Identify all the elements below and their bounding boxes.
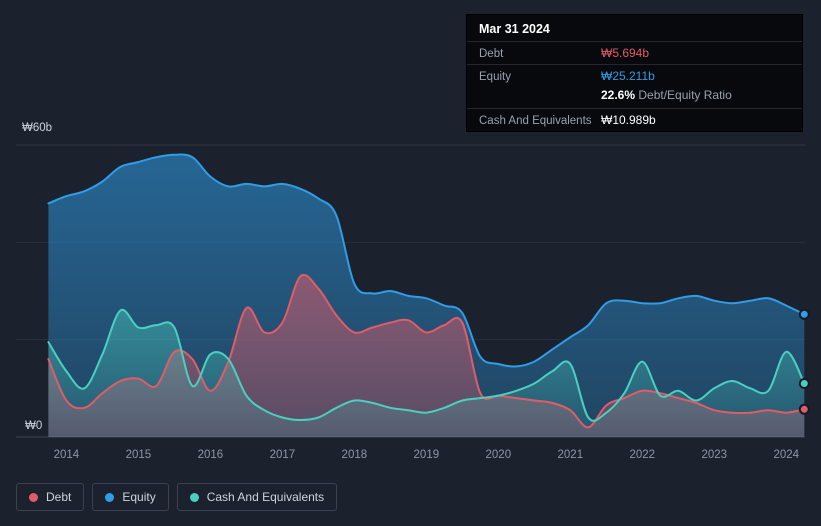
x-tick-label-2022: 2022 (629, 449, 656, 461)
legend-item-equity[interactable]: Equity (92, 483, 169, 511)
tooltip-ratio-value: 22.6% (601, 88, 636, 102)
x-tick-label-2019: 2019 (413, 449, 440, 461)
tooltip-cash-label: Cash And Equivalents (479, 115, 592, 127)
legend-label: Equity (122, 490, 156, 504)
tooltip-cash-value: ₩10.989b (601, 113, 656, 127)
tooltip-debt-value: ₩5.694b (601, 46, 650, 60)
legend-item-debt[interactable]: Debt (16, 483, 85, 511)
tooltip-ratio-label: Debt/Equity Ratio (638, 88, 732, 102)
x-tick-label-2024: 2024 (773, 449, 800, 461)
cash-and-equivalents-end-dot (798, 378, 810, 389)
cash-and-equivalents-legend-dot (189, 492, 199, 502)
tooltip-equity-row: Equity ₩25.211b (467, 64, 802, 87)
legend-item-cash-and-equivalents[interactable]: Cash And Equivalents (176, 483, 338, 511)
y-axis-label-top: ₩60b (22, 122, 53, 134)
y-axis-label-bottom: ₩0 (25, 420, 43, 432)
x-tick-label-2023: 2023 (701, 449, 728, 461)
x-tick-label-2016: 2016 (197, 449, 224, 461)
x-tick-label-2017: 2017 (269, 449, 296, 461)
tooltip-cash-row: Cash And Equivalents ₩10.989b (467, 108, 802, 131)
chart-tooltip: Mar 31 2024 Debt ₩5.694b Equity ₩25.211b… (466, 14, 803, 132)
equity-end-dot (798, 308, 810, 320)
tooltip-equity-value: ₩25.211b (601, 69, 655, 83)
legend-label: Cash And Equivalents (206, 490, 325, 504)
x-tick-label-2020: 2020 (485, 449, 512, 461)
chart-legend: Debt Equity Cash And Equivalents (16, 483, 338, 511)
equity-legend-dot (105, 492, 115, 502)
tooltip-ratio: 22.6% Debt/Equity Ratio (601, 88, 732, 102)
tooltip-ratio-row: 22.6% Debt/Equity Ratio (467, 87, 802, 108)
debt-legend-dot (29, 492, 38, 502)
app-root: ₩60b ₩0 2014 2015 2016 2017 2018 2019 2020 2021… (0, 0, 821, 526)
x-tick-label-2014: 2014 (53, 449, 80, 461)
x-tick-label-2018: 2018 (341, 449, 368, 461)
legend-label: Debt (46, 490, 72, 504)
tooltip-date: Mar 31 2024 (479, 22, 550, 36)
tooltip-debt-row: Debt ₩5.694b (467, 41, 802, 64)
tooltip-debt-label: Debt (479, 48, 504, 60)
tooltip-equity-label: Equity (479, 71, 511, 83)
x-tick-label-2021: 2021 (557, 449, 584, 461)
x-tick-label-2015: 2015 (125, 449, 152, 461)
debt-end-dot (798, 403, 810, 415)
